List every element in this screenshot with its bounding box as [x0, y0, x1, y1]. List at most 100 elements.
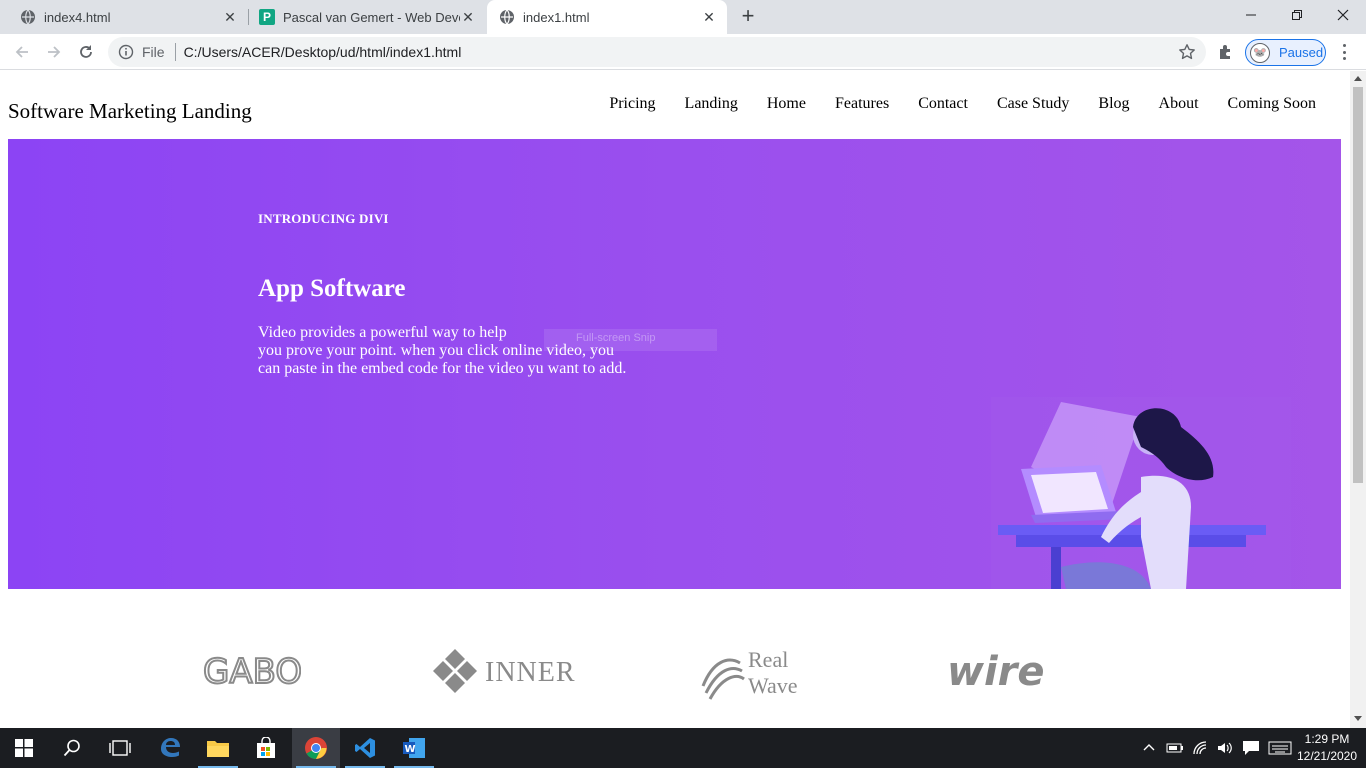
task-view-icon	[109, 740, 131, 756]
scroll-up-icon[interactable]	[1354, 76, 1362, 81]
info-icon[interactable]	[118, 44, 134, 60]
client-logos: GABO INNER Real Wave wire	[0, 641, 1350, 721]
site-title: Software Marketing Landing	[8, 99, 252, 123]
clock-time: 1:29 PM	[1304, 732, 1350, 746]
woman-at-laptop-illustration	[991, 397, 1291, 589]
taskbar-clock[interactable]: 1:29 PM 12/21/2020	[1294, 731, 1360, 765]
nav-blog[interactable]: Blog	[1098, 95, 1129, 113]
windows-taskbar: W 1:29 PM 12/21/2020	[0, 728, 1366, 768]
chrome-button[interactable]	[292, 728, 340, 768]
p-favicon-icon: P	[259, 9, 275, 25]
svg-text:INNER: INNER	[485, 657, 576, 688]
logo-gabo: GABO	[202, 651, 301, 693]
volume-icon[interactable]	[1216, 740, 1234, 756]
svg-text:GABO: GABO	[203, 652, 301, 692]
nav-contact[interactable]: Contact	[918, 95, 968, 113]
hero-body-line: can paste in the embed code for the vide…	[258, 360, 627, 377]
new-tab-button[interactable]: +	[737, 5, 759, 27]
tab-strip: index4.html ✕ P Pascal van Gemert - Web …	[0, 0, 1366, 34]
scheme-label: File	[142, 44, 165, 60]
start-button[interactable]	[0, 728, 48, 768]
word-icon: W	[403, 738, 425, 758]
restore-button[interactable]	[1274, 0, 1320, 30]
hero-section: INTRODUCING DIVI App Software Video prov…	[8, 139, 1341, 589]
close-icon	[1337, 9, 1349, 21]
file-explorer-icon	[207, 741, 229, 757]
svg-text:Wave: Wave	[748, 673, 798, 698]
close-window-button[interactable]	[1320, 0, 1366, 30]
logo-wire: wire	[947, 649, 1045, 695]
reload-button[interactable]	[74, 40, 98, 64]
nav-landing[interactable]: Landing	[685, 95, 738, 113]
globe-icon	[500, 9, 514, 25]
system-tray	[1142, 728, 1292, 768]
arrow-left-icon	[15, 46, 28, 58]
reload-icon	[80, 45, 92, 58]
edge-icon	[161, 738, 180, 757]
close-icon[interactable]: ✕	[701, 9, 717, 25]
nav-coming-soon[interactable]: Coming Soon	[1228, 95, 1316, 113]
tab-title: Pascal van Gemert - Web Develo	[283, 9, 460, 25]
chevron-up-icon[interactable]	[1142, 741, 1156, 755]
browser-toolbar: File C:/Users/ACER/Desktop/ud/html/index…	[0, 34, 1366, 70]
nav-home[interactable]: Home	[767, 95, 806, 113]
battery-icon[interactable]	[1166, 741, 1184, 755]
nav-case-study[interactable]: Case Study	[997, 95, 1069, 113]
url-text[interactable]: C:/Users/ACER/Desktop/ud/html/index1.htm…	[184, 44, 462, 60]
close-icon[interactable]: ✕	[460, 9, 476, 25]
globe-icon	[21, 9, 35, 25]
page-viewport: Software Marketing Landing Pricing Landi…	[0, 71, 1350, 728]
vscode-icon	[355, 738, 375, 758]
tab-title: index4.html	[44, 9, 111, 25]
svg-text:W: W	[405, 744, 416, 755]
main-nav: Pricing Landing Home Features Contact Ca…	[580, 95, 1316, 113]
tab-pascal[interactable]: P Pascal van Gemert - Web Develo ✕	[249, 0, 486, 34]
star-icon[interactable]	[1178, 43, 1196, 61]
avatar: 🐭	[1250, 42, 1270, 63]
notification-icon[interactable]	[1242, 740, 1260, 756]
store-icon	[257, 737, 275, 758]
svg-text:wire: wire	[947, 649, 1045, 695]
logo-inner: INNER	[433, 649, 576, 693]
clock-date: 12/21/2020	[1296, 749, 1358, 763]
hero-eyebrow: INTRODUCING DIVI	[258, 211, 389, 226]
chrome-icon	[305, 737, 327, 759]
back-button[interactable]	[10, 40, 34, 64]
windows-start-icon	[15, 739, 33, 757]
minimize-button[interactable]	[1228, 0, 1274, 30]
wifi-icon[interactable]	[1192, 740, 1210, 756]
profile-button[interactable]: 🐭 Paused	[1245, 39, 1326, 66]
hero-heading: App Software	[258, 275, 406, 302]
profile-status: Paused	[1279, 45, 1324, 60]
keyboard-icon[interactable]	[1268, 740, 1292, 756]
close-icon[interactable]: ✕	[222, 9, 238, 25]
forward-button[interactable]	[42, 40, 66, 64]
search-button[interactable]	[48, 728, 96, 768]
word-button[interactable]: W	[390, 728, 438, 768]
restore-icon	[1292, 10, 1302, 20]
puzzle-icon[interactable]	[1216, 42, 1236, 62]
nav-about[interactable]: About	[1159, 95, 1199, 113]
file-explorer-button[interactable]	[194, 728, 242, 768]
tab-index4[interactable]: index4.html ✕	[0, 0, 248, 34]
nav-features[interactable]: Features	[835, 95, 889, 113]
menu-icon[interactable]	[1336, 42, 1352, 62]
store-button[interactable]	[242, 728, 290, 768]
scroll-down-icon[interactable]	[1354, 716, 1362, 721]
arrow-right-icon	[48, 46, 61, 58]
divider	[174, 43, 176, 61]
snip-overlay: Full-screen Snip	[544, 329, 717, 351]
vscode-button[interactable]	[341, 728, 389, 768]
logo-real-wave: Real Wave	[701, 647, 798, 700]
vertical-scrollbar[interactable]	[1350, 71, 1366, 728]
task-view-button[interactable]	[96, 728, 144, 768]
address-bar[interactable]: File C:/Users/ACER/Desktop/ud/html/index…	[108, 37, 1206, 67]
tab-title: index1.html	[523, 9, 590, 25]
edge-button[interactable]	[146, 728, 194, 768]
nav-pricing[interactable]: Pricing	[609, 95, 655, 113]
tab-index1[interactable]: index1.html ✕	[487, 0, 727, 34]
svg-text:Real: Real	[748, 647, 788, 672]
scroll-thumb[interactable]	[1353, 87, 1363, 483]
search-icon	[63, 739, 80, 757]
minimize-icon	[1246, 14, 1256, 16]
